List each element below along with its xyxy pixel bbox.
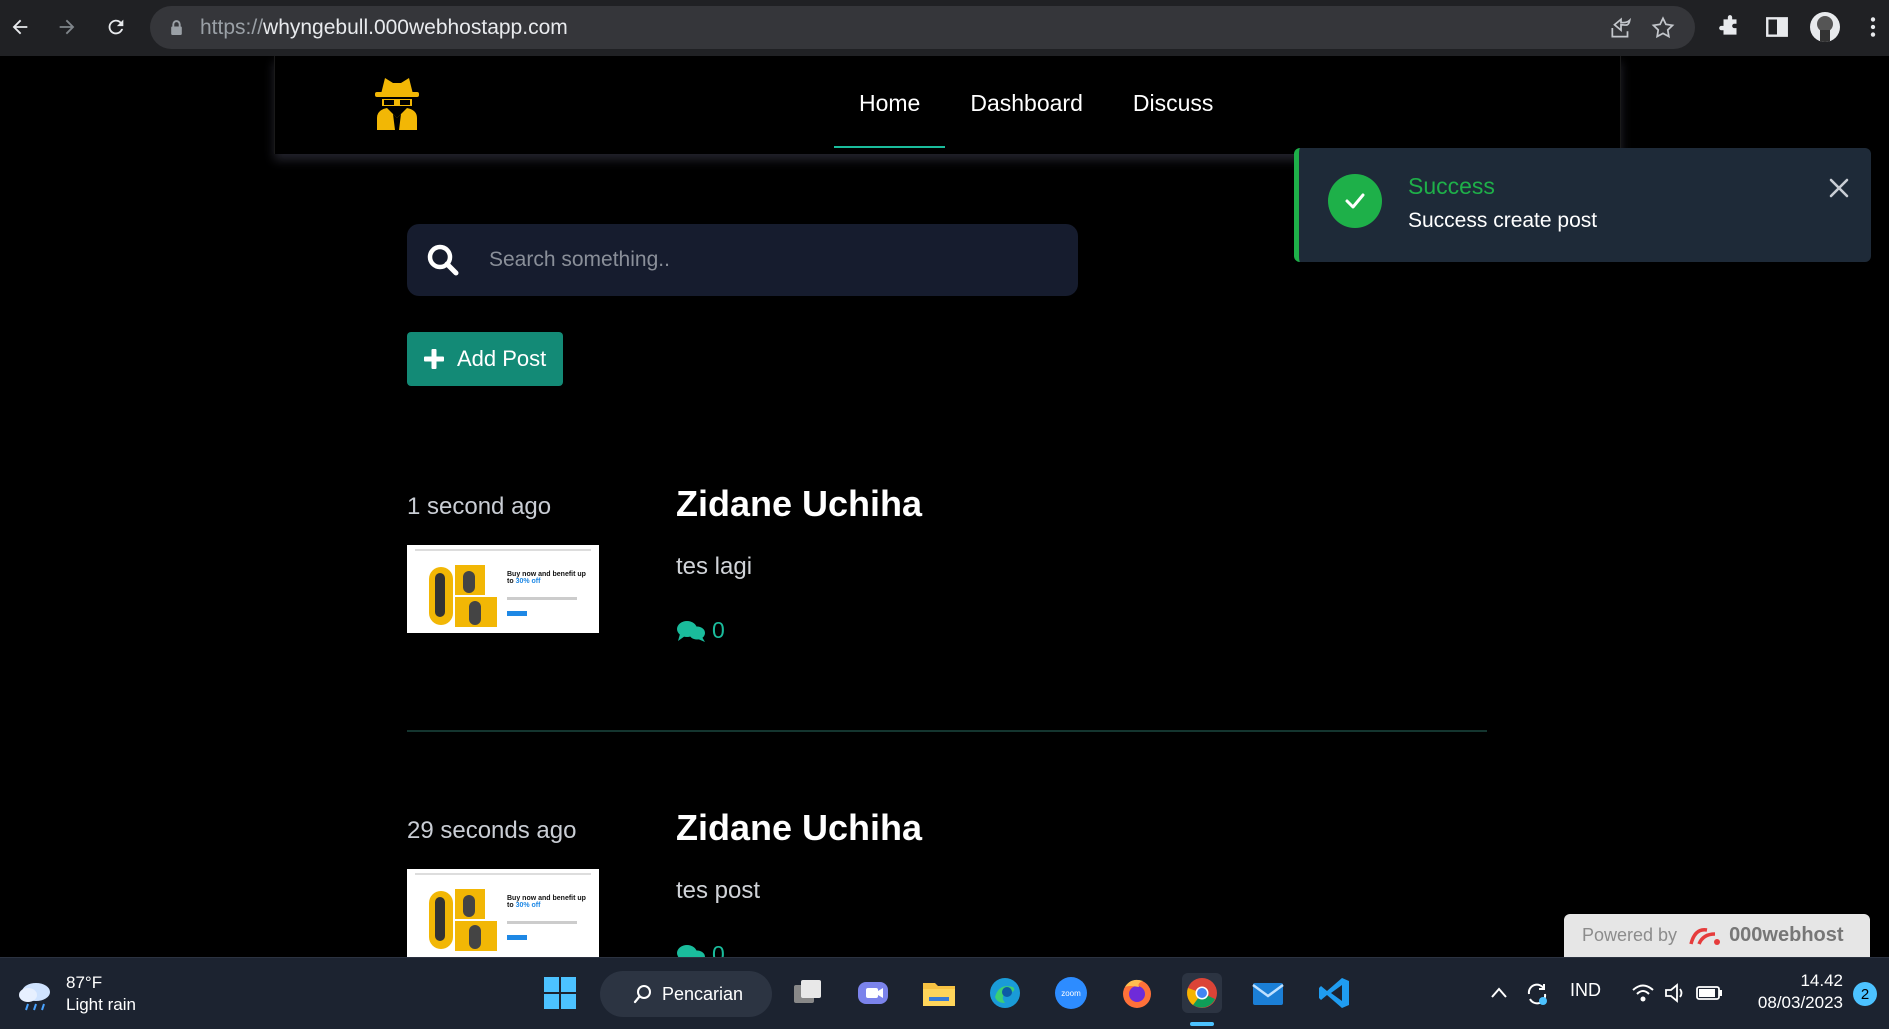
start-button[interactable]	[540, 973, 580, 1013]
battery-icon[interactable]	[1694, 980, 1724, 1006]
taskbar: 87°F Light rain Pencarian zoom IND 14.42…	[0, 957, 1889, 1029]
task-view-button[interactable]	[788, 973, 828, 1013]
active-app-indicator	[1190, 1022, 1214, 1026]
powered-by-badge[interactable]: Powered by 000webhost	[1564, 914, 1870, 957]
url-text: https://whyngebull.000webhostapp.com	[200, 16, 568, 39]
share-icon[interactable]	[1608, 15, 1634, 41]
clock[interactable]: 14.42 08/03/2023	[1740, 970, 1843, 1014]
reload-icon	[108, 19, 124, 35]
add-post-label: Add Post	[457, 346, 547, 371]
lock-icon	[171, 20, 182, 35]
side-panel-icon[interactable]	[1764, 14, 1790, 40]
search-icon	[427, 244, 459, 276]
notification-badge[interactable]: 2	[1853, 982, 1877, 1006]
svg-text:zoom: zoom	[1061, 989, 1081, 998]
weather-widget[interactable]: 87°F Light rain	[16, 972, 136, 1016]
checkmark-icon	[1345, 193, 1365, 209]
close-icon[interactable]	[1825, 174, 1853, 202]
check-circle	[1328, 174, 1382, 228]
menu-dots-icon[interactable]	[1860, 14, 1886, 40]
comments-icon	[677, 620, 705, 642]
weather-desc: Light rain	[66, 995, 136, 1014]
post-body: tes lagi	[676, 553, 753, 580]
edge-icon	[990, 978, 1020, 1008]
taskbar-search-label: Pencarian	[662, 983, 744, 1004]
nav-home[interactable]: Home	[834, 56, 946, 148]
comments-icon	[677, 944, 705, 957]
taskbar-chrome[interactable]	[1182, 973, 1222, 1013]
folder-icon	[923, 983, 955, 1006]
reload-button[interactable]	[99, 10, 133, 44]
extensions-icon[interactable]	[1717, 14, 1743, 40]
thumb-headline: Buy now and benefit up to 30% off	[507, 895, 586, 909]
post-time: 1 second ago	[407, 493, 552, 520]
mail-icon	[1252, 983, 1284, 1005]
taskbar-vscode[interactable]	[1314, 973, 1354, 1013]
bookmark-star-icon[interactable]	[1650, 15, 1676, 41]
weather-temp: 87°F	[66, 973, 103, 992]
address-bar[interactable]: https://whyngebull.000webhostapp.com	[150, 6, 1695, 49]
nav-dashboard[interactable]: Dashboard	[945, 56, 1108, 148]
comment-count[interactable]: 0	[676, 941, 725, 957]
language-indicator[interactable]: IND	[1570, 980, 1601, 1001]
chevron-up-icon[interactable]	[1488, 982, 1510, 1004]
plus-icon	[424, 349, 444, 369]
web-page: Home Dashboard Discuss Add Post 1 second…	[0, 56, 1889, 957]
post-author[interactable]: Zidane Uchiha	[676, 483, 922, 525]
windows-logo-icon	[544, 977, 576, 1009]
add-post-button[interactable]: Add Post	[407, 332, 563, 386]
arrow-right-icon	[59, 19, 75, 35]
profile-picture-icon	[1817, 16, 1833, 42]
post-time: 29 seconds ago	[407, 817, 577, 844]
main-nav: Home Dashboard Discuss	[834, 56, 1238, 148]
toast-title: Success	[1408, 173, 1495, 199]
forward-button[interactable]	[50, 10, 84, 44]
wifi-icon[interactable]	[1630, 980, 1656, 1006]
search-input[interactable]	[489, 240, 1049, 280]
task-view-icon	[794, 980, 821, 1003]
search-box	[407, 224, 1078, 296]
taskbar-chat[interactable]	[853, 973, 893, 1013]
taskbar-mail[interactable]	[1248, 973, 1288, 1013]
chrome-icon	[1187, 978, 1217, 1008]
post-body: tes post	[676, 877, 761, 904]
post-thumbnail[interactable]: Buy now and benefit up to 30% off	[407, 869, 599, 957]
comment-count-value: 0	[712, 941, 725, 957]
post-divider	[407, 730, 1487, 732]
browser-toolbar: https://whyngebull.000webhostapp.com	[0, 0, 1889, 56]
taskbar-zoom[interactable]: zoom	[1051, 973, 1091, 1013]
post-author[interactable]: Zidane Uchiha	[676, 807, 922, 849]
powered-by-brand: 000webhost	[1729, 924, 1844, 946]
taskbar-edge[interactable]	[985, 973, 1025, 1013]
powered-by-label: Powered by	[1582, 925, 1678, 945]
taskbar-search[interactable]: Pencarian	[600, 971, 772, 1017]
taskbar-file-explorer[interactable]	[919, 973, 959, 1013]
sync-icon[interactable]	[1523, 980, 1551, 1008]
clock-time: 14.42	[1800, 971, 1843, 990]
site-header: Home Dashboard Discuss	[274, 56, 1621, 154]
taskbar-firefox[interactable]	[1117, 973, 1157, 1013]
comment-count[interactable]: 0	[676, 617, 725, 644]
clock-date: 08/03/2023	[1757, 993, 1843, 1012]
firefox-icon	[1123, 979, 1151, 1008]
vscode-icon	[1319, 978, 1349, 1008]
nav-discuss[interactable]: Discuss	[1108, 56, 1239, 148]
000webhost-logo-icon	[1689, 927, 1721, 945]
chat-icon	[858, 982, 888, 1004]
success-toast: Success Success create post	[1294, 148, 1871, 262]
post-thumbnail[interactable]: Buy now and benefit up to 30% off	[407, 545, 599, 633]
volume-icon[interactable]	[1662, 980, 1688, 1006]
search-icon	[633, 985, 651, 1004]
zoom-icon: zoom	[1055, 977, 1087, 1009]
toast-message: Success create post	[1408, 209, 1598, 232]
back-button[interactable]	[3, 10, 37, 44]
profile-avatar[interactable]	[1810, 12, 1840, 42]
thumb-headline: Buy now and benefit up to 30% off	[507, 571, 586, 585]
rain-cloud-icon	[19, 983, 50, 1011]
arrow-left-icon	[12, 19, 28, 35]
comment-count-value: 0	[712, 617, 725, 643]
spy-logo-icon[interactable]	[371, 74, 423, 130]
